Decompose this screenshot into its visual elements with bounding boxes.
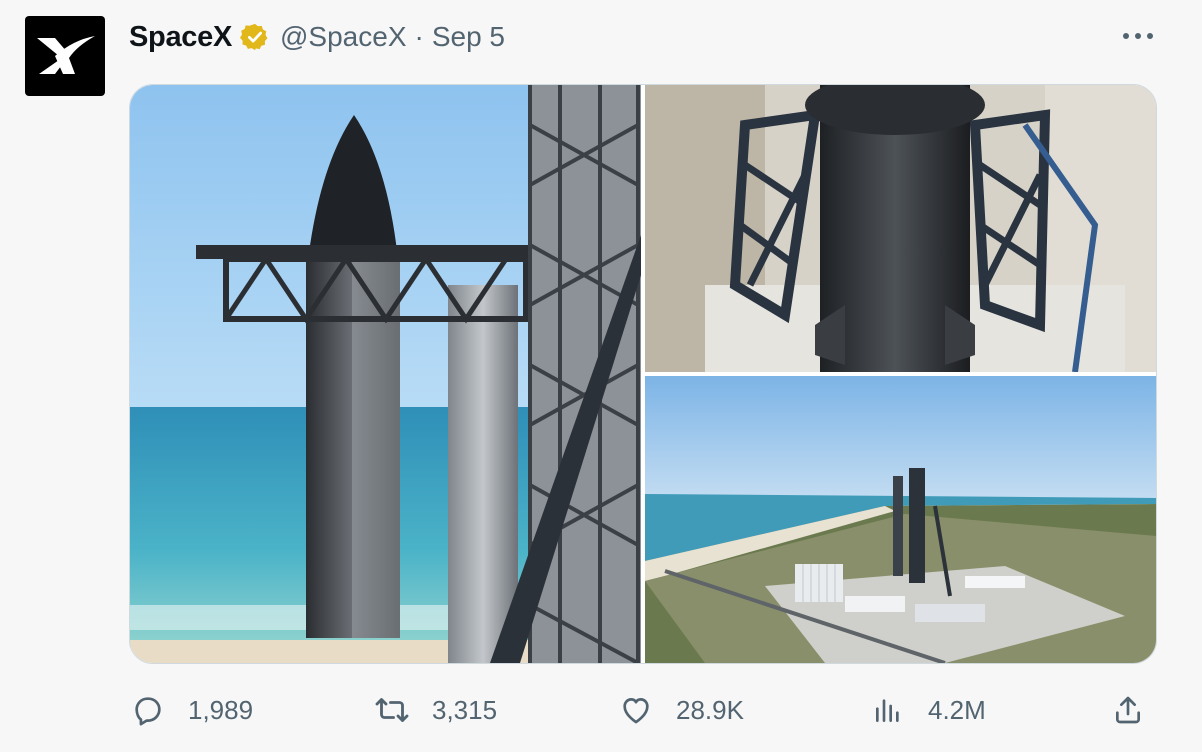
- heart-icon: [618, 692, 654, 728]
- separator-dot: ·: [414, 21, 424, 52]
- like-count: 28.9K: [676, 694, 744, 725]
- starbase-coastline-aerial-photo[interactable]: [645, 376, 1156, 663]
- share-button[interactable]: [1110, 688, 1146, 732]
- like-button[interactable]: 28.9K: [618, 688, 744, 732]
- media-grid: [129, 84, 1157, 664]
- reply-button[interactable]: 1,989: [130, 688, 253, 732]
- author-avatar[interactable]: [25, 16, 105, 96]
- retweet-count: 3,315: [432, 694, 498, 725]
- more-options-button[interactable]: [1118, 24, 1158, 48]
- retweet-button[interactable]: 3,315: [374, 688, 497, 732]
- retweet-icon: [374, 692, 410, 728]
- views-button[interactable]: 4.2M: [870, 688, 986, 732]
- reply-count: 1,989: [188, 694, 254, 725]
- tweet-date[interactable]: Sep 5: [432, 21, 505, 53]
- aerial-booster-chopsticks-photo[interactable]: [645, 85, 1156, 372]
- tweet: SpaceX @SpaceX · Sep 5 1,989 3,315 28.9K…: [0, 0, 1202, 752]
- views-chart-icon: [870, 692, 906, 728]
- tweet-header: SpaceX @SpaceX · Sep 5: [129, 19, 505, 55]
- author-name[interactable]: SpaceX: [129, 21, 232, 54]
- author-handle[interactable]: @SpaceX: [280, 21, 407, 53]
- share-icon: [1110, 692, 1146, 728]
- more-options-icon: [1123, 33, 1153, 39]
- views-count: 4.2M: [928, 694, 986, 725]
- verified-badge-icon[interactable]: [240, 22, 270, 52]
- spacex-x-logo-icon: [37, 36, 95, 74]
- reply-icon: [130, 692, 166, 728]
- starship-on-launch-tower-photo[interactable]: [130, 85, 641, 663]
- action-bar: 1,989 3,315 28.9K 4.2M: [130, 688, 1160, 732]
